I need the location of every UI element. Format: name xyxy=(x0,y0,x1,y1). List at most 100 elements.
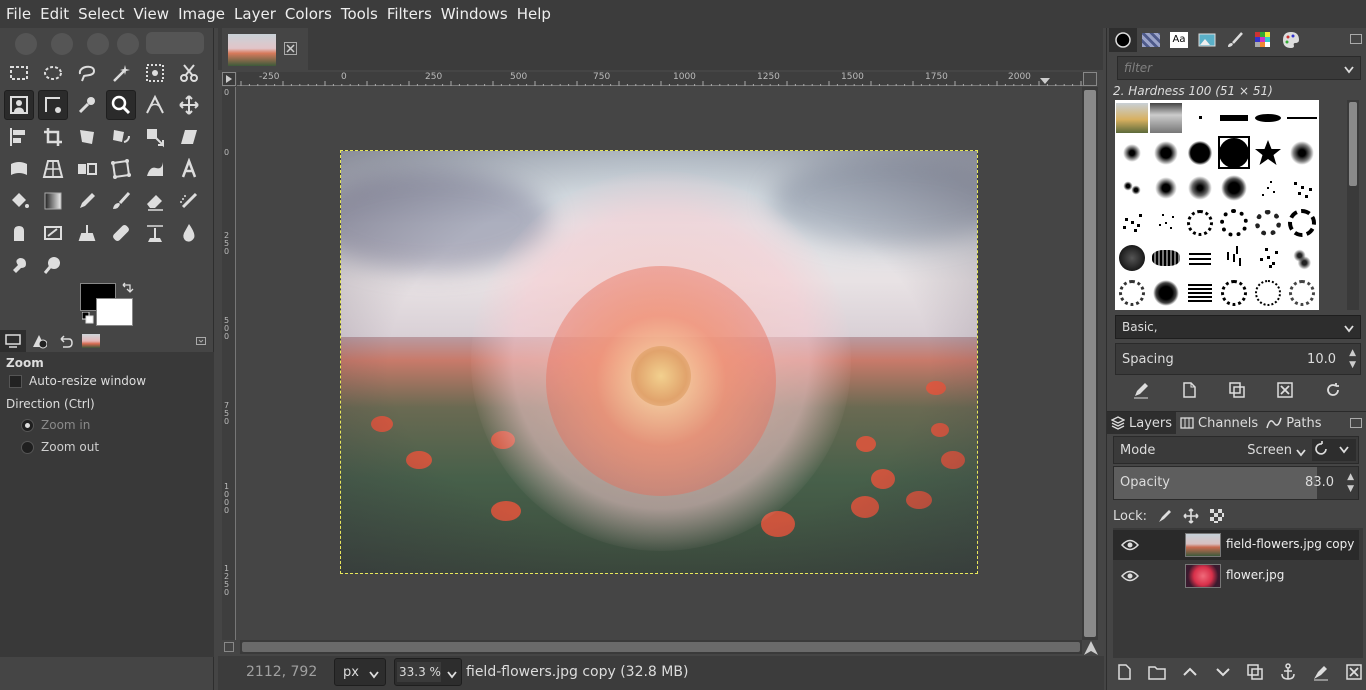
eye-icon[interactable] xyxy=(1121,569,1139,583)
brush-cell[interactable] xyxy=(1251,170,1285,205)
ruler-menu-icon[interactable] xyxy=(1040,78,1050,84)
ellipse-select-icon[interactable] xyxy=(38,58,68,88)
quick-mask-toggle[interactable] xyxy=(224,642,234,652)
brush-cell[interactable] xyxy=(1285,205,1319,240)
rotate-icon[interactable] xyxy=(106,122,136,152)
warp-transform-icon[interactable] xyxy=(4,154,34,184)
tab-images-dock[interactable] xyxy=(1193,28,1221,52)
tab-palette-editor[interactable] xyxy=(1277,28,1305,52)
brush-cell[interactable] xyxy=(1183,275,1217,310)
unified-transform-icon[interactable] xyxy=(72,122,102,152)
brush-cell[interactable] xyxy=(1251,100,1285,135)
align-icon[interactable] xyxy=(4,122,34,152)
opacity-stepper[interactable]: ▲ ▼ xyxy=(1347,471,1354,495)
lower-layer-button[interactable] xyxy=(1214,663,1232,685)
scale-icon[interactable] xyxy=(140,122,170,152)
tool-options-menu-button[interactable] xyxy=(188,330,214,352)
menu-view[interactable]: View xyxy=(129,0,173,28)
dock-menu-icon[interactable] xyxy=(1350,418,1362,428)
airbrush-icon[interactable] xyxy=(174,186,204,216)
brush-cell[interactable] xyxy=(1183,205,1217,240)
blur-icon[interactable] xyxy=(174,218,204,248)
brush-cell[interactable] xyxy=(1285,275,1319,310)
dodge-burn-icon[interactable] xyxy=(38,250,68,280)
ruler-corner-button[interactable] xyxy=(222,72,236,86)
layer-mode-select[interactable]: Mode Screen xyxy=(1113,436,1359,464)
vertical-scrollbar[interactable] xyxy=(1082,87,1098,640)
gradient-icon[interactable] xyxy=(38,186,68,216)
brush-cell[interactable] xyxy=(1285,240,1319,275)
lock-position-icon[interactable] xyxy=(1183,508,1199,524)
brush-cell[interactable] xyxy=(1217,205,1251,240)
measure-icon[interactable] xyxy=(140,90,170,120)
image-tab-field-flowers[interactable] xyxy=(222,28,308,70)
menu-layer[interactable]: Layer xyxy=(230,0,280,28)
free-select-icon[interactable] xyxy=(72,58,102,88)
dock-menu-icon[interactable] xyxy=(1350,34,1362,44)
menu-edit[interactable]: Edit xyxy=(36,0,73,28)
brush-cell[interactable] xyxy=(1149,240,1183,275)
close-icon[interactable] xyxy=(284,42,297,55)
horizontal-ruler[interactable]: -250 0 250 500 750 1000 1250 1500 1750 2… xyxy=(237,72,1083,86)
paintbrush-icon[interactable] xyxy=(106,186,136,216)
reset-colors-icon[interactable] xyxy=(82,312,94,324)
brush-cell[interactable] xyxy=(1285,135,1319,170)
brush-cell[interactable] xyxy=(1183,170,1217,205)
tab-paths[interactable]: Paths xyxy=(1262,412,1325,434)
lock-pixels-icon[interactable] xyxy=(1157,508,1173,524)
brush-tag-select[interactable]: Basic, xyxy=(1115,315,1361,339)
vertical-scrollbar-thumb[interactable] xyxy=(1084,90,1096,637)
menu-image[interactable]: Image xyxy=(174,0,229,28)
brush-cell[interactable] xyxy=(1115,240,1149,275)
heal-icon[interactable] xyxy=(106,218,136,248)
edit-brush-button[interactable] xyxy=(1132,381,1150,403)
brush-cell[interactable] xyxy=(1115,275,1149,310)
new-layer-group-button[interactable] xyxy=(1148,663,1166,685)
brush-scrollbar[interactable] xyxy=(1347,100,1359,310)
tab-palettes[interactable] xyxy=(1249,28,1277,52)
unit-select[interactable]: px xyxy=(334,658,386,686)
delete-layer-button[interactable] xyxy=(1345,663,1363,685)
clone-icon[interactable] xyxy=(72,218,102,248)
layer-row[interactable]: field-flowers.jpg copy xyxy=(1113,530,1359,560)
brush-cell[interactable] xyxy=(1115,205,1149,240)
tab-fonts[interactable]: Aa xyxy=(1165,28,1193,52)
brush-cell[interactable] xyxy=(1251,240,1285,275)
mypaint-brush-icon[interactable] xyxy=(38,218,68,248)
rect-select-icon[interactable] xyxy=(4,58,34,88)
zoom-icon[interactable] xyxy=(106,90,136,120)
tab-tool-options[interactable] xyxy=(0,330,26,352)
color-picker-icon[interactable] xyxy=(72,90,102,120)
shear-icon[interactable] xyxy=(174,122,204,152)
navigate-icon[interactable] xyxy=(1083,640,1099,656)
horizontal-scrollbar-thumb[interactable] xyxy=(242,642,1080,652)
background-color-swatch[interactable] xyxy=(96,298,133,326)
new-layer-button[interactable] xyxy=(1115,663,1133,685)
layer-row[interactable]: flower.jpg xyxy=(1113,561,1359,591)
vertical-ruler[interactable]: 0 0 2 5 0 5 0 0 7 5 0 1 0 0 0 1 2 5 0 xyxy=(222,87,236,640)
flip-icon[interactable] xyxy=(72,154,102,184)
auto-resize-checkbox[interactable] xyxy=(9,375,22,388)
tab-patterns[interactable] xyxy=(1137,28,1165,52)
crop-paths-icon[interactable] xyxy=(38,90,68,120)
eye-icon[interactable] xyxy=(1121,538,1139,552)
brush-cell[interactable] xyxy=(1251,135,1285,170)
brush-cell[interactable] xyxy=(1217,100,1251,135)
brush-cell[interactable] xyxy=(1115,170,1149,205)
brush-scrollbar-thumb[interactable] xyxy=(1349,102,1357,186)
brush-cell[interactable] xyxy=(1149,275,1183,310)
tab-paint-dynamics[interactable] xyxy=(1221,28,1249,52)
spacing-field[interactable]: Spacing 10.0 ▲ ▼ xyxy=(1115,343,1361,375)
menu-select[interactable]: Select xyxy=(74,0,128,28)
select-by-color-icon[interactable] xyxy=(140,58,170,88)
opacity-slider[interactable]: Opacity 83.0 ▲ ▼ xyxy=(1113,466,1359,500)
zoom-in-radio[interactable] xyxy=(21,419,34,432)
brush-cell[interactable] xyxy=(1149,205,1183,240)
duplicate-brush-button[interactable] xyxy=(1228,381,1246,403)
brush-cell[interactable] xyxy=(1217,170,1251,205)
zoom-out-radio[interactable] xyxy=(21,441,34,454)
brush-cell[interactable] xyxy=(1149,100,1183,135)
raise-layer-button[interactable] xyxy=(1181,663,1199,685)
tab-undo-history[interactable] xyxy=(52,330,78,352)
tab-channels[interactable]: Channels xyxy=(1176,412,1262,434)
